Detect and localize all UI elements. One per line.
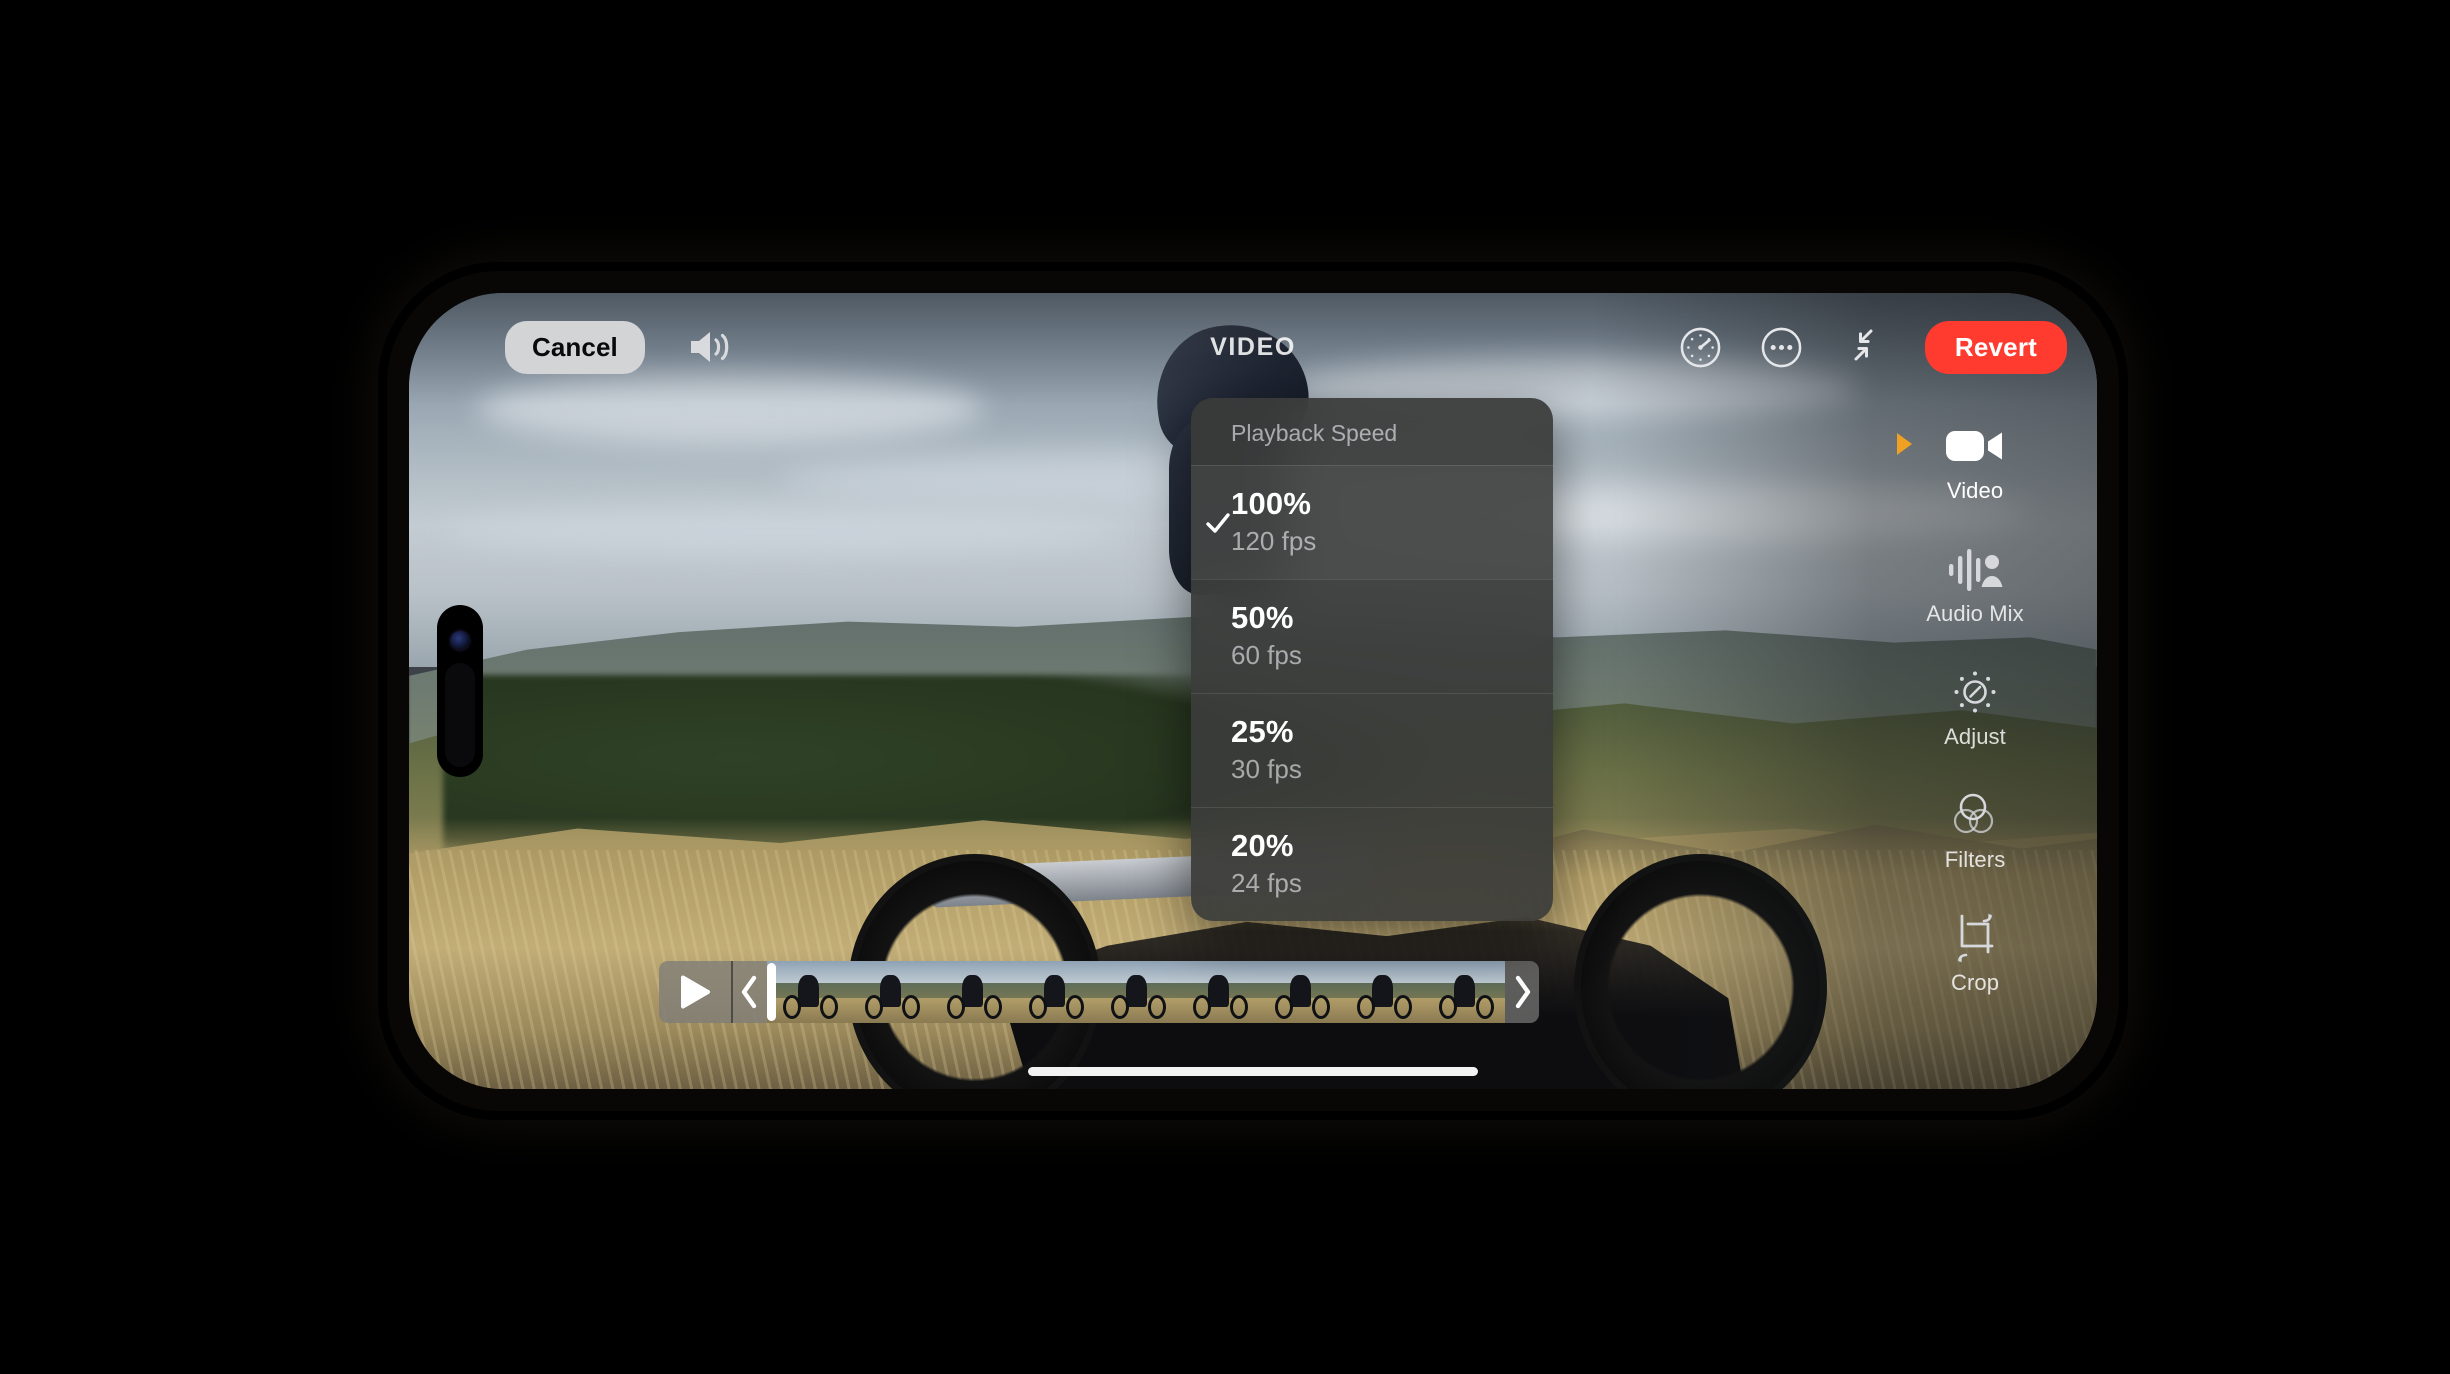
ellipsis-circle-icon[interactable] [1760, 326, 1803, 369]
tool-filters[interactable]: Filters [1887, 790, 2063, 873]
adjust-brightness-icon [1950, 667, 2000, 717]
phone-screen: Cancel VIDEO Revert Video Audio Mix Adju… [409, 293, 2097, 1089]
speed-option-25[interactable]: 25% 30 fps [1191, 693, 1553, 807]
speed-fps: 30 fps [1231, 754, 1302, 784]
screenshot-stage: Cancel VIDEO Revert Video Audio Mix Adju… [0, 0, 2450, 1374]
audio-mix-icon [1945, 544, 2005, 594]
crop-rotate-icon [1948, 913, 2002, 963]
playback-speed-menu[interactable]: Playback Speed 100% 120 fps 50% 60 fps 2… [1191, 398, 1553, 921]
cloud [442, 507, 1118, 556]
top-bar-actions: Revert [1679, 320, 2067, 374]
tool-video[interactable]: Video [1887, 421, 2063, 504]
play-button[interactable] [659, 961, 733, 1023]
tool-label: Adjust [1944, 724, 2006, 749]
filmstrip-frame [1423, 961, 1505, 1023]
playhead[interactable] [767, 963, 776, 1021]
speed-fps: 24 fps [1231, 868, 1302, 898]
device-bezel: Cancel VIDEO Revert Video Audio Mix Adju… [387, 271, 2119, 1111]
tool-label: Crop [1950, 970, 2000, 995]
front-camera-icon [450, 631, 470, 650]
speed-fps: 60 fps [1231, 640, 1302, 670]
filmstrip-frame [1013, 961, 1095, 1023]
menu-title: Playback Speed [1231, 420, 1398, 446]
video-camera-icon [1944, 421, 2006, 471]
trim-handle-right[interactable] [1505, 961, 1539, 1023]
filmstrip-frame [849, 961, 931, 1023]
speedometer-icon[interactable] [1679, 326, 1722, 369]
tool-label: Audio Mix [1926, 601, 2024, 626]
filmstrip-frame [1341, 961, 1423, 1023]
speed-percent: 100% [1231, 486, 1312, 521]
checkmark-icon [1203, 508, 1233, 538]
revert-button[interactable]: Revert [1924, 320, 2067, 374]
speed-fps: 120 fps [1231, 526, 1317, 556]
tool-adjust[interactable]: Adjust [1887, 667, 2063, 750]
speed-option-20[interactable]: 20% 24 fps [1191, 807, 1553, 921]
speed-option-50[interactable]: 50% 60 fps [1191, 579, 1553, 693]
cancel-button[interactable]: Cancel [505, 320, 645, 374]
speed-percent: 25% [1231, 714, 1294, 749]
tool-crop[interactable]: Crop [1887, 913, 2063, 996]
speaker-wave-icon[interactable] [687, 327, 733, 367]
arrows-collapse-icon[interactable] [1841, 323, 1887, 372]
edit-tool-rail: Video Audio Mix Adjust Filters Crop [1887, 409, 2063, 995]
filmstrip-frame [1259, 961, 1341, 1023]
tool-label: Video [1946, 478, 2004, 503]
speed-percent: 20% [1231, 828, 1294, 863]
filters-circles-icon [1949, 790, 2001, 840]
iphone-device-frame: Cancel VIDEO Revert Video Audio Mix Adju… [378, 262, 2128, 1120]
filmstrip[interactable] [767, 961, 1505, 1023]
speed-option-100[interactable]: 100% 120 fps [1191, 465, 1553, 579]
active-tool-marker [1897, 433, 1912, 455]
filmstrip-frame [1177, 961, 1259, 1023]
tool-audio-mix[interactable]: Audio Mix [1887, 544, 2063, 627]
video-timeline-scrubber[interactable] [659, 961, 1539, 1023]
face-id-sensor [445, 663, 475, 767]
page-title: VIDEO [1210, 332, 1296, 361]
filmstrip-frame [767, 961, 849, 1023]
tool-label: Filters [1944, 847, 2006, 872]
filmstrip-frame [1095, 961, 1177, 1023]
speed-percent: 50% [1231, 600, 1294, 635]
filmstrip-frame [931, 961, 1013, 1023]
home-indicator[interactable] [1028, 1067, 1478, 1076]
dynamic-island [437, 605, 483, 777]
editor-top-bar: Cancel VIDEO Revert [409, 293, 2097, 401]
trim-handle-left[interactable] [733, 961, 767, 1023]
